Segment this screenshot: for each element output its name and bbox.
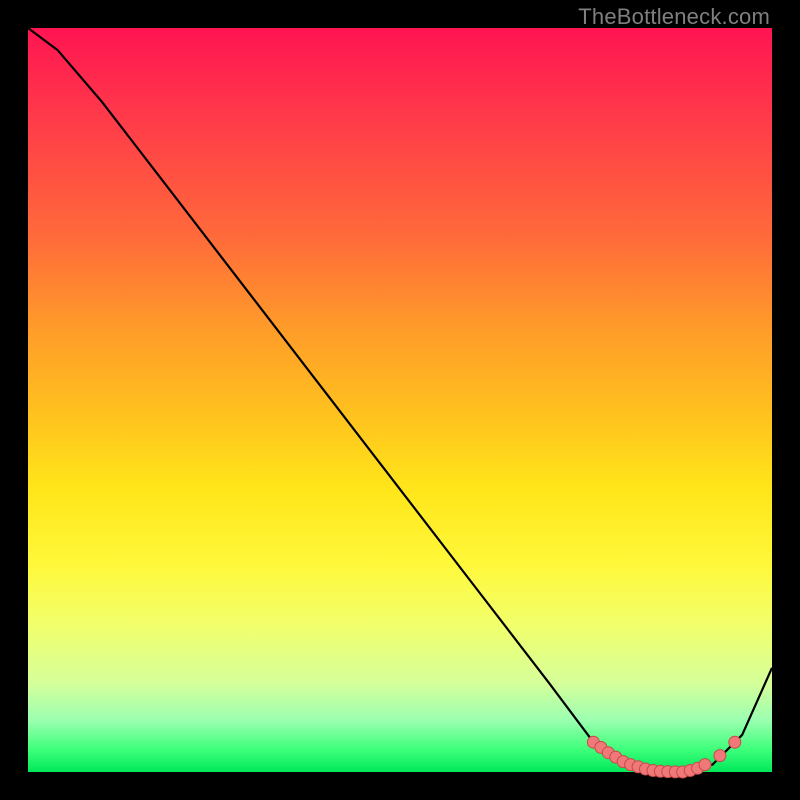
marker-dot (714, 750, 726, 762)
curve-line (28, 28, 772, 772)
highlight-markers (587, 736, 740, 778)
watermark-text: TheBottleneck.com (578, 4, 770, 30)
curve-svg (28, 28, 772, 772)
plot-area (28, 28, 772, 772)
marker-dot (699, 759, 711, 771)
marker-dot (729, 736, 741, 748)
bottleneck-curve (28, 28, 772, 772)
chart-frame: TheBottleneck.com (0, 0, 800, 800)
